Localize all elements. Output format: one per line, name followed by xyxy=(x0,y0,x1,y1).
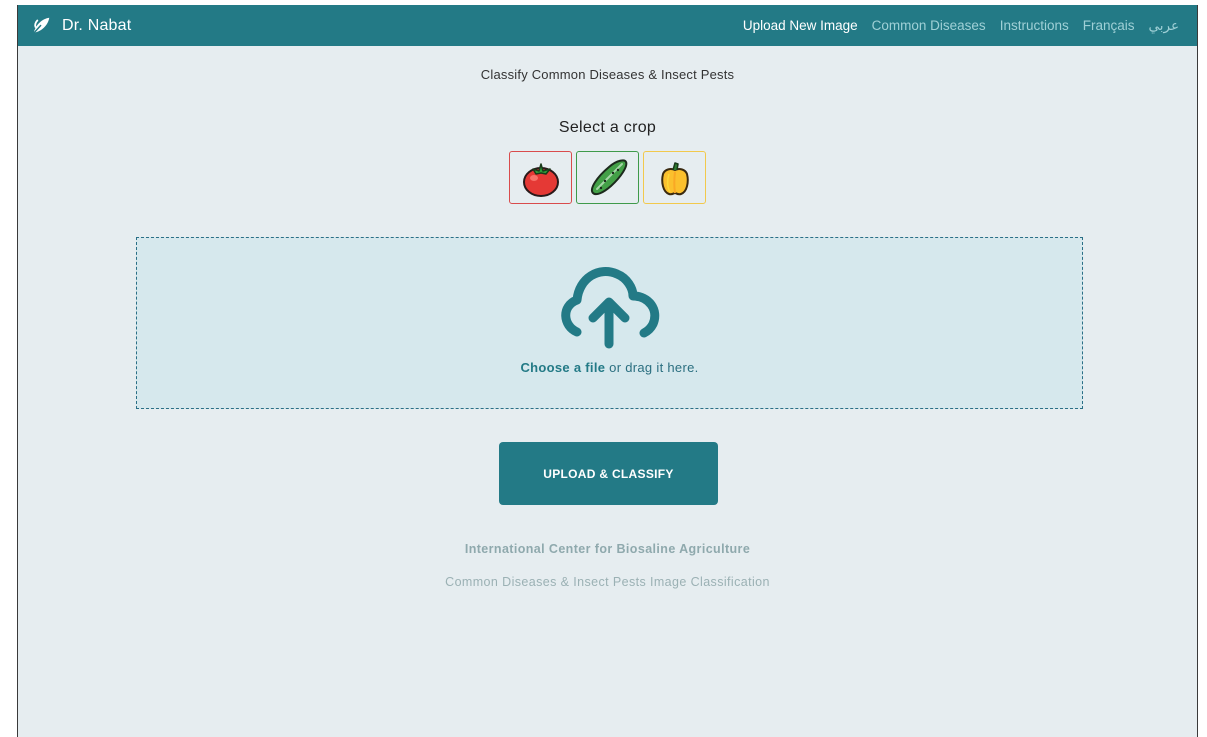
brand[interactable]: Dr. Nabat xyxy=(30,15,131,37)
nav-instructions[interactable]: Instructions xyxy=(1000,18,1069,33)
choose-file-link[interactable]: Choose a file xyxy=(520,360,605,375)
drag-hint: or drag it here. xyxy=(605,360,699,375)
bell-pepper-icon xyxy=(660,161,689,195)
nav-upload-new-image[interactable]: Upload New Image xyxy=(743,18,858,33)
file-dropzone[interactable]: Choose a file or drag it here. xyxy=(136,237,1083,409)
crop-option-tomato[interactable] xyxy=(509,151,572,204)
app-frame: Dr. Nabat Upload New Image Common Diseas… xyxy=(17,5,1198,737)
top-navbar: Dr. Nabat Upload New Image Common Diseas… xyxy=(18,5,1197,46)
upload-classify-button[interactable]: UPLOAD & CLASSIFY xyxy=(499,442,718,505)
footer-organization: International Center for Biosaline Agric… xyxy=(464,542,751,556)
nav-common-diseases[interactable]: Common Diseases xyxy=(872,18,986,33)
nav-links: Upload New Image Common Diseases Instruc… xyxy=(743,18,1179,34)
crop-option-pepper[interactable] xyxy=(643,151,706,204)
select-crop-label: Select a crop xyxy=(558,119,657,136)
brand-name: Dr. Nabat xyxy=(62,16,132,34)
nav-language-french[interactable]: Français xyxy=(1083,18,1135,33)
leaf-logo-icon xyxy=(32,17,50,35)
page-subtitle: Classify Common Diseases & Insect Pests xyxy=(480,67,735,82)
dropzone-text: Choose a file or drag it here. xyxy=(137,360,1082,375)
tomato-icon xyxy=(522,162,559,197)
cloud-upload-icon xyxy=(561,267,660,349)
nav-language-arabic[interactable]: عربي xyxy=(1148,18,1179,34)
crop-option-cucumber[interactable] xyxy=(576,151,639,204)
cucumber-icon xyxy=(590,158,627,195)
crop-selector xyxy=(18,151,1197,204)
footer-description: Common Diseases & Insect Pests Image Cla… xyxy=(445,575,770,589)
